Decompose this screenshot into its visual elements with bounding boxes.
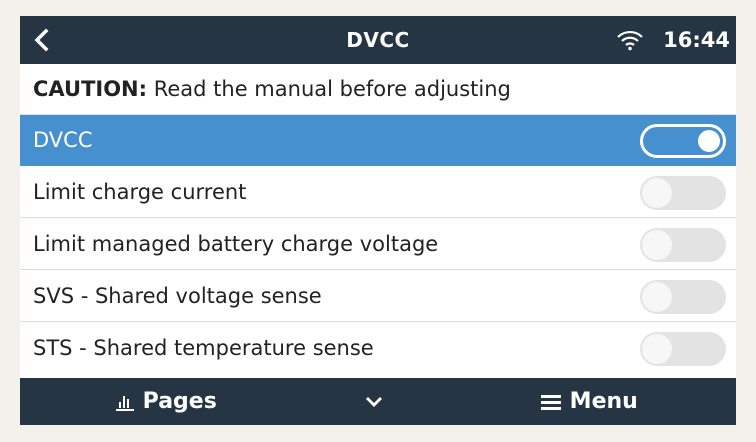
limit-charge-current-toggle[interactable] bbox=[640, 176, 726, 210]
menu-button[interactable]: Menu bbox=[540, 378, 638, 425]
setting-label: Limit managed battery charge voltage bbox=[33, 232, 439, 256]
menu-label: Menu bbox=[569, 389, 638, 414]
setting-label: Limit charge current bbox=[33, 180, 247, 204]
toggle-knob bbox=[642, 178, 672, 208]
bar-chart-icon bbox=[116, 396, 134, 411]
caution-row: CAUTION: Read the manual before adjustin… bbox=[20, 64, 736, 115]
pages-button[interactable]: Pages bbox=[115, 378, 217, 425]
caution-text: Read the manual before adjusting bbox=[147, 77, 511, 101]
setting-row-sts[interactable]: STS - Shared temperature sense bbox=[20, 323, 736, 374]
setting-row-limit-charge-current[interactable]: Limit charge current bbox=[20, 167, 736, 218]
toggle-knob bbox=[642, 282, 672, 312]
wifi-icon bbox=[617, 30, 643, 51]
header-bar: DVCC 16:44 bbox=[20, 16, 736, 64]
setting-row-limit-battery-voltage[interactable]: Limit managed battery charge voltage bbox=[20, 219, 736, 270]
pages-label: Pages bbox=[142, 389, 217, 414]
scroll-down-button[interactable] bbox=[364, 378, 394, 425]
toggle-knob bbox=[642, 334, 672, 364]
footer-bar: Pages Menu bbox=[20, 378, 736, 425]
device-screen: DVCC 16:44 CAUTION: Read the manual befo… bbox=[20, 16, 736, 425]
dvcc-toggle[interactable] bbox=[640, 124, 726, 158]
limit-battery-voltage-toggle[interactable] bbox=[640, 228, 726, 262]
hamburger-icon bbox=[541, 395, 561, 410]
setting-label: DVCC bbox=[33, 128, 93, 152]
setting-row-svs[interactable]: SVS - Shared voltage sense bbox=[20, 271, 736, 322]
setting-label: STS - Shared temperature sense bbox=[33, 336, 374, 360]
chevron-down-icon bbox=[366, 397, 382, 407]
clock: 16:44 bbox=[663, 28, 730, 52]
toggle-knob bbox=[698, 130, 720, 152]
svs-toggle[interactable] bbox=[640, 280, 726, 314]
caution-label: CAUTION: bbox=[33, 77, 148, 101]
toggle-knob bbox=[642, 230, 672, 260]
setting-label: SVS - Shared voltage sense bbox=[33, 284, 322, 308]
setting-row-dvcc[interactable]: DVCC bbox=[20, 115, 736, 166]
sts-toggle[interactable] bbox=[640, 332, 726, 366]
